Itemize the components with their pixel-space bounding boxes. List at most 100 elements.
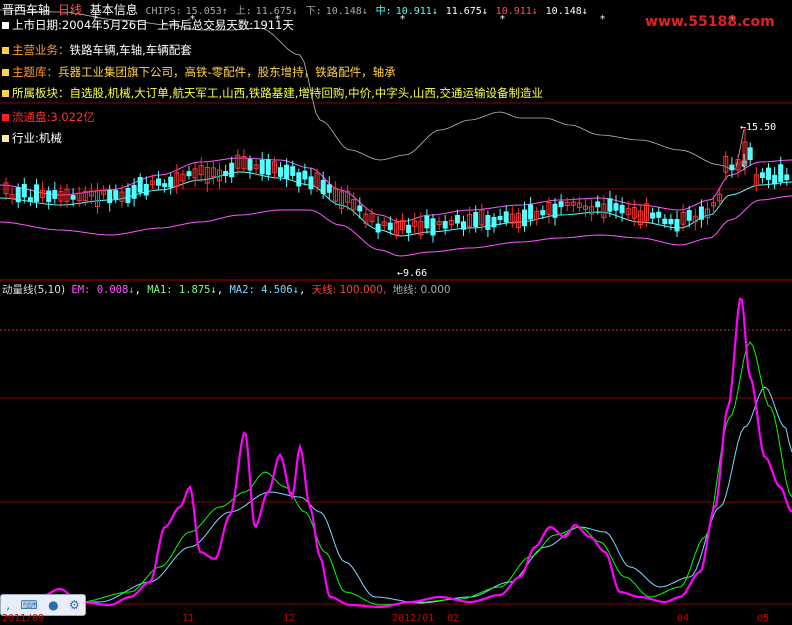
candle-body (46, 190, 52, 203)
trading-days: 上市后总交易天数:1911天 (157, 18, 294, 32)
theme-line: 主题库：兵器工业集团旗下公司，高铁-零配件，股东增持，铁路配件，轴承 (2, 64, 396, 80)
candle-body (259, 159, 265, 175)
candle-body (70, 195, 76, 200)
indicator-header: 动量线(5,10) EM: 0.008↓, MA1: 1.875↓, MA2: … (2, 284, 451, 296)
industry-value: 机械 (38, 131, 62, 145)
candle-body (186, 171, 192, 177)
candle-body (21, 184, 27, 198)
candle-body (461, 221, 466, 230)
candle-body (387, 222, 393, 231)
bullet-icon (2, 69, 9, 76)
momentum-grid (0, 329, 792, 605)
stock-name[interactable]: 晋西车轴 (2, 3, 50, 17)
candle-body (485, 215, 491, 230)
candle-body (156, 178, 161, 186)
listing-value: 2004年5月26日 (61, 18, 148, 32)
candle-body (302, 170, 308, 180)
up-value: 11.675↓ (255, 6, 298, 17)
ma2-value: MA2: 4.506↓ (229, 284, 300, 296)
candle-body (290, 166, 296, 176)
high-price-label: ←15.50 (740, 122, 777, 133)
chart-header: 晋西车轴 日线 基本信息 CHIPS: 15.053↑ 上: 11.675↓ 下: 1… (2, 1, 592, 18)
candle-body (686, 210, 692, 221)
ma2-line (0, 386, 792, 607)
candle-body (656, 211, 662, 218)
indicator-name[interactable]: 动量线(5,10) (2, 284, 65, 296)
candle-body (278, 167, 283, 177)
em-line (0, 297, 792, 609)
float-label: 流通盘: (12, 110, 51, 124)
candlesticks (3, 128, 790, 243)
listing-line: 上市日期:2004年5月26日 上市后总交易天数:1911天 (2, 17, 294, 33)
candle-body (491, 216, 497, 228)
candle-body (650, 212, 656, 219)
bullet-icon (2, 114, 9, 121)
momentum-lines (0, 297, 792, 609)
candle-body (595, 201, 601, 208)
candle-body (406, 224, 412, 234)
x-tick: 02 (447, 613, 460, 624)
theme-label: 主题库： (12, 65, 58, 79)
industry-label: 行业: (12, 131, 39, 145)
candle-body (27, 197, 33, 202)
mid-value: 10.911↓ (395, 6, 438, 17)
candle-body (113, 190, 119, 200)
comma-icon[interactable]: , (6, 598, 10, 612)
candle-body (296, 172, 302, 187)
theme-value: 兵器工业集团旗下公司，高铁-零配件，股东增持，铁路配件，轴承 (58, 65, 396, 79)
candle-body (137, 176, 143, 193)
mid-label: 中: (375, 6, 392, 17)
bullet-icon (2, 90, 9, 97)
upper-band (0, 157, 792, 223)
x-tick: 11 (182, 613, 195, 624)
candle-body (430, 218, 436, 236)
period-label[interactable]: 日线 (58, 3, 82, 17)
momentum-chart[interactable] (0, 297, 792, 613)
keyboard-icon[interactable]: ⌨ (20, 598, 37, 612)
candle-body (674, 219, 680, 232)
candle-body (558, 201, 564, 208)
listing-label: 上市日期: (12, 18, 62, 32)
low-price-label: ←9.66 (397, 268, 428, 279)
candle-body (454, 214, 460, 224)
candle-body (442, 221, 448, 229)
em-value: EM: 0.008↓ (71, 284, 135, 296)
float-line: 流通盘:3.022亿 (2, 109, 95, 125)
candle-body (375, 223, 381, 233)
candle-body (503, 211, 509, 223)
industry-line: 行业:机械 (2, 130, 62, 146)
candle-body (528, 204, 534, 220)
basic-info-link[interactable]: 基本信息 (90, 3, 138, 17)
candle-body (772, 174, 778, 185)
bullet-icon (2, 135, 9, 142)
candle-body (125, 187, 131, 204)
chips-label: CHIPS: (145, 6, 182, 17)
sector-label: 所属板块： (12, 86, 70, 100)
candle-body (766, 167, 771, 180)
candle-body (698, 206, 704, 220)
candle-body (619, 204, 625, 214)
gear-icon[interactable]: ⚙ (69, 598, 80, 612)
candle-body (247, 159, 253, 171)
value-5: 11.675↓ (445, 6, 488, 17)
candle-body (284, 164, 290, 180)
candle-body (265, 159, 271, 175)
sky-value: 天线: 100.000, (311, 284, 387, 296)
high-price-value: 15.50 (746, 122, 777, 133)
bullet-icon (2, 22, 9, 29)
candle-body (729, 164, 735, 171)
candle-body (162, 183, 168, 188)
candle-body (784, 174, 790, 181)
ground-value: 地线: 0.000 (392, 284, 451, 296)
mic-icon[interactable]: ● (48, 598, 58, 612)
candle-body (778, 164, 784, 182)
x-tick: 05 (757, 613, 770, 624)
candle-body (552, 203, 558, 218)
candle-body (668, 218, 674, 225)
candle-body (223, 171, 229, 177)
candle-body (424, 215, 430, 229)
candle-body (15, 187, 21, 203)
x-tick: 2011/09 (2, 613, 45, 624)
ma1-line (0, 341, 792, 606)
x-tick: 12 (283, 613, 296, 624)
